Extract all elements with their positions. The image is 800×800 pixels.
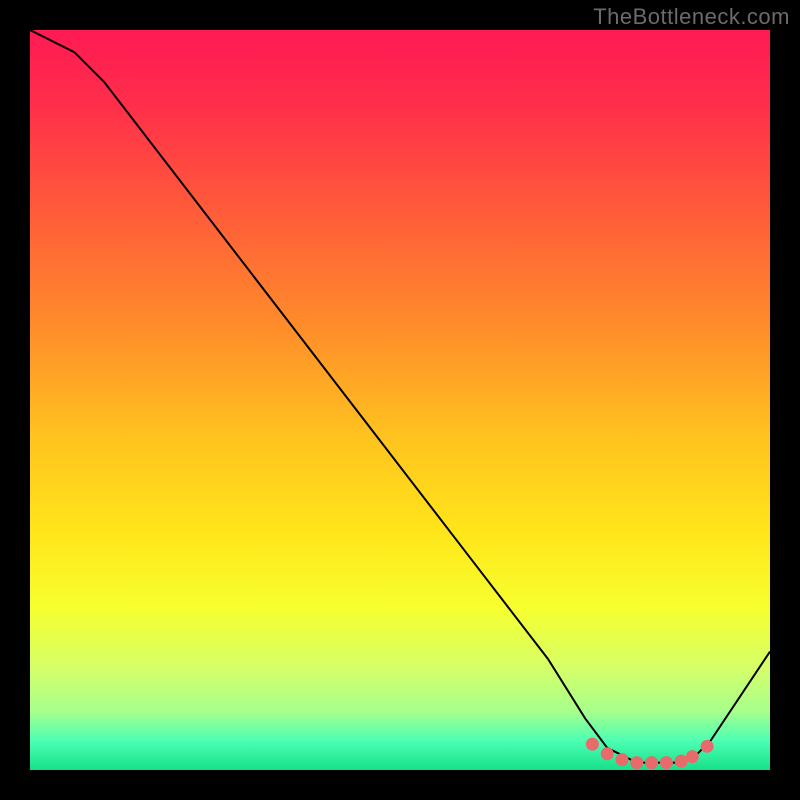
- chart-background: [30, 30, 770, 770]
- watermark-text: TheBottleneck.com: [593, 4, 790, 30]
- marker-dot: [701, 740, 714, 753]
- marker-dot: [645, 756, 658, 769]
- marker-dot: [601, 747, 614, 760]
- chart-svg: [30, 30, 770, 770]
- marker-dot: [660, 756, 673, 769]
- marker-dot: [616, 753, 629, 766]
- marker-dot: [586, 738, 599, 751]
- app-frame: TheBottleneck.com: [0, 0, 800, 800]
- marker-dot: [675, 755, 688, 768]
- marker-dot: [630, 756, 643, 769]
- marker-dot: [686, 750, 699, 763]
- chart-area: [30, 30, 770, 770]
